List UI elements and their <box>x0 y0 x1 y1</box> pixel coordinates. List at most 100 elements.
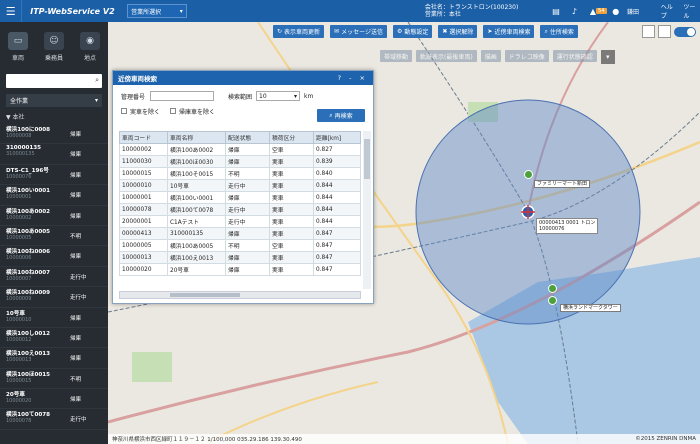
vehicle-status: 帰庫 <box>70 152 82 159</box>
list-item[interactable]: 横浜100し0012 10000012 帰庫 <box>0 328 108 349</box>
cell: 0.847 <box>313 227 361 240</box>
table-row[interactable]: 00000413 310000135 帰庫 実車 0.847 <box>119 227 361 240</box>
building-icon[interactable] <box>548 284 557 293</box>
tree-root[interactable]: ▼ 本社 <box>6 112 102 121</box>
map-view-controls <box>642 25 696 38</box>
refresh-vehicles-button[interactable]: ↻ 表示車両更新 <box>273 25 325 38</box>
exclude-stopped-checkbox[interactable] <box>170 108 177 114</box>
clear-selection-button[interactable]: ✖ 選択解除 <box>438 25 478 38</box>
user-icon[interactable]: ● <box>607 7 625 16</box>
nearby-vehicle-dialog: 近傍車両検索 ? - × 管理番号 検索範囲 10 ▾ km 実車を除く 帰庫車を… <box>112 70 374 304</box>
table-row[interactable]: 10000015 横浜100そ0015 不明 実車 0.840 <box>119 167 361 180</box>
re-search-button[interactable]: ⌕ 再検索 <box>317 109 365 122</box>
list-item[interactable]: 20号車 10000020 帰庫 <box>0 389 108 410</box>
document-icon[interactable]: ▤ <box>547 7 565 16</box>
track-display-button[interactable]: 軌跡表示(最後車両) <box>416 50 477 62</box>
table-row[interactable]: 20000001 C1Aテスト 走行中 実車 0.844 <box>119 215 361 228</box>
column-header[interactable]: 距離[km] <box>313 131 361 144</box>
layout-grid-icon[interactable] <box>642 25 655 38</box>
dialog-header[interactable]: 近傍車両検索 ? - × <box>113 71 373 85</box>
scroll-thumb[interactable] <box>170 293 240 297</box>
dashcam-button[interactable]: ドラレコ映像 <box>504 50 549 62</box>
nearby-search-button[interactable]: ➤ 近傍車両検索 <box>483 25 535 38</box>
range-select[interactable]: 10 ▾ <box>256 91 301 101</box>
help-link[interactable]: ヘルプ <box>661 2 678 20</box>
cell: 実車 <box>269 191 314 204</box>
column-header[interactable]: 積荷区分 <box>269 131 314 144</box>
column-header[interactable]: 配送状態 <box>225 131 270 144</box>
table-row[interactable]: 10000001 横浜100い0001 帰庫 実車 0.844 <box>119 191 361 204</box>
list-item[interactable]: 横浜100え0013 10000013 帰庫 <box>0 348 108 369</box>
range-value: 10 <box>259 92 267 100</box>
list-item[interactable]: 横浜100あ0005 10000005 不明 <box>0 226 108 247</box>
area-move-button[interactable]: 帯域移動 <box>380 50 413 62</box>
table-row[interactable]: 10000010 10号車 走行中 実車 0.844 <box>119 179 361 192</box>
vehicle-code: 10000020 <box>6 398 32 405</box>
horizontal-scrollbar[interactable] <box>119 291 361 299</box>
building-icon[interactable] <box>548 296 557 305</box>
range-label: 検索範囲 <box>228 93 253 101</box>
list-item[interactable]: 10号車 10000010 帰庫 <box>0 308 108 328</box>
vehicle-status: 帰庫 <box>70 397 82 404</box>
more-chevron-icon[interactable]: ▾ <box>600 50 615 64</box>
cell: 10000001 <box>119 191 168 204</box>
company-info: 会社名：トランストロン(100230) 営業所：本社 <box>425 4 547 18</box>
table-row[interactable]: 10000002 横浜100あ0002 帰庫 空車 0.827 <box>119 143 361 156</box>
cell: 0.827 <box>313 143 361 156</box>
column-header[interactable]: 車両名称 <box>167 131 226 144</box>
dynamic-settings-button[interactable]: ⚙ 動態設定 <box>392 25 433 38</box>
sidebar: ▭ 車両 ☺ 乗務員 ◉ 地点 ⌕ 全作業 ▾ ▼ 本社 横浜100に0008 10000… <box>0 22 108 444</box>
scroll-thumb[interactable] <box>364 139 370 179</box>
dialog-controls[interactable]: ? - × <box>338 74 368 82</box>
draw-button[interactable]: 描画 <box>480 50 501 62</box>
list-item[interactable]: 横浜100て0078 10000078 走行中 <box>0 409 108 430</box>
map-toggle[interactable] <box>674 26 696 37</box>
operation-status-button[interactable]: 運行状態確認 <box>552 50 597 62</box>
tab-vehicles[interactable]: ▭ 車両 <box>3 32 33 74</box>
button-label: 住所検索 <box>549 29 574 36</box>
list-item[interactable]: 横浜100い0001 10000001 帰庫 <box>0 185 108 206</box>
bell-icon[interactable]: ♪ <box>565 7 583 16</box>
cell: 不明 <box>225 239 270 252</box>
hamburger-menu-icon[interactable]: ☰ <box>0 0 23 22</box>
dialog-title: 近傍車両検索 <box>118 75 157 83</box>
button-label: 近傍車両検索 <box>494 29 531 36</box>
work-filter-select[interactable]: 全作業 ▾ <box>6 94 102 107</box>
list-item[interactable]: DTS-C1_196号 10000076 帰庫 <box>0 165 108 186</box>
column-header[interactable]: 車両コード <box>119 131 168 144</box>
list-item[interactable]: 横浜100ほ0015 10000015 不明 <box>0 369 108 390</box>
address-search-button[interactable]: ⌕ 住所検索 <box>540 25 578 38</box>
search-icon[interactable]: ⌕ <box>95 76 99 85</box>
table-row[interactable]: 11000030 横浜100ほ0030 帰庫 実車 0.839 <box>119 155 361 168</box>
table-row[interactable]: 10000078 横浜100て0078 走行中 実車 0.844 <box>119 203 361 216</box>
cell: 0.844 <box>313 203 361 216</box>
vehicle-code: 10000001 <box>6 194 32 201</box>
table-row[interactable]: 10000013 横浜100え0013 帰庫 実車 0.847 <box>119 251 361 264</box>
store-icon[interactable] <box>524 170 533 179</box>
vehicle-no-input[interactable] <box>150 91 215 101</box>
list-item[interactable]: 310000135 310000135 帰庫 <box>0 144 108 165</box>
company-name: 会社名：トランストロン(100230) <box>424 4 519 11</box>
tab-locations[interactable]: ◉ 地点 <box>75 32 105 74</box>
vehicle-popup[interactable]: 00000413 0001 トロン 10000076 <box>536 218 599 234</box>
list-item[interactable]: 横浜100ね0009 10000009 走行中 <box>0 287 108 308</box>
tool-link[interactable]: ツール <box>683 2 700 20</box>
layout-list-icon[interactable] <box>658 25 671 38</box>
office-select[interactable]: 営業所選択 ▾ <box>127 4 187 18</box>
exclude-empty-checkbox[interactable] <box>121 108 127 114</box>
user-name[interactable]: 鎌田 <box>627 7 655 16</box>
list-item[interactable]: 横浜100に0008 10000008 帰庫 <box>0 124 108 145</box>
table-row[interactable]: 10000005 横浜100あ0005 不明 空車 0.847 <box>119 239 361 252</box>
list-item[interactable]: 横浜100あ0002 10000002 帰庫 <box>0 206 108 226</box>
vehicle-status: 帰庫 <box>70 356 82 363</box>
vehicle-search-input[interactable]: ⌕ <box>6 74 102 88</box>
list-item[interactable]: 横浜100ね0006 10000006 帰庫 <box>0 246 108 267</box>
cell: 走行中 <box>225 215 270 228</box>
tab-label: 車両 <box>11 55 24 62</box>
send-message-button[interactable]: ✉ メッセージ送信 <box>330 25 387 38</box>
table-row[interactable]: 10000020 20号車 帰庫 実車 0.847 <box>119 263 361 276</box>
tab-drivers[interactable]: ☺ 乗務員 <box>39 32 69 74</box>
vertical-scrollbar[interactable] <box>363 131 371 289</box>
list-item[interactable]: 横浜100ね0007 10000007 走行中 <box>0 267 108 288</box>
vehicle-status: 走行中 <box>70 274 87 281</box>
